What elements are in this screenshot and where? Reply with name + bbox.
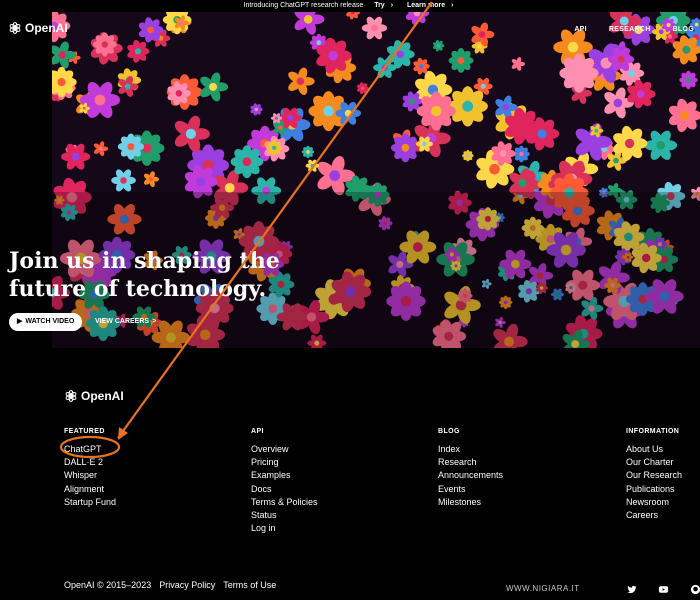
footer-link-chatgpt[interactable]: ChatGPT	[64, 443, 116, 456]
footer-link-research[interactable]: Research	[438, 456, 503, 469]
footer-link-announcements[interactable]: Announcements	[438, 469, 503, 482]
footer-link-whisper[interactable]: Whisper	[64, 469, 116, 482]
footer-link-alignment[interactable]: Alignment	[64, 483, 116, 496]
youtube-icon[interactable]	[658, 582, 669, 593]
footer-link-overview[interactable]: Overview	[251, 443, 318, 456]
footer-link-about-us[interactable]: About Us	[626, 443, 682, 456]
hero-title: Join us in shaping the future of technol…	[9, 248, 280, 302]
artwork-flower	[416, 91, 456, 131]
footer-link-our-charter[interactable]: Our Charter	[626, 456, 682, 469]
twitter-bird-icon	[627, 585, 637, 594]
view-careers-link[interactable]: VIEW CAREERS >	[95, 313, 156, 331]
play-icon: ▶	[17, 318, 23, 325]
privacy-policy-link[interactable]: Privacy Policy	[159, 580, 215, 590]
learn-more-label: Learn more	[407, 2, 446, 9]
learn-more-arrow-icon: ›	[451, 2, 454, 9]
footer-link-examples[interactable]: Examples	[251, 469, 318, 482]
annotation-arrow-head	[118, 427, 128, 440]
try-label: Try	[374, 2, 385, 9]
watch-video-label: WATCH VIDEO	[25, 318, 75, 325]
footer-link-careers[interactable]: Careers	[626, 509, 682, 522]
footer-brand-name: OpenAI	[81, 389, 124, 403]
terms-of-use-link[interactable]: Terms of Use	[223, 580, 276, 590]
footer-link-our-research[interactable]: Our Research	[626, 469, 682, 482]
footer-link-index[interactable]: Index	[438, 443, 503, 456]
footer-bottom-bar: OpenAI © 2015–2023 Privacy Policy Terms …	[64, 580, 276, 590]
try-arrow-icon: ›	[390, 2, 394, 9]
api-heading: API	[251, 428, 264, 435]
footer-openai-logo[interactable]: OpenAI	[64, 389, 124, 403]
openai-logo-link[interactable]: OpenAI	[8, 21, 68, 35]
blog-heading: BLOG	[438, 428, 460, 435]
openai-logo-icon	[65, 389, 77, 403]
openai-logo-icon	[9, 21, 21, 35]
watch-video-button[interactable]: ▶ WATCH VIDEO	[9, 313, 83, 331]
chevron-right-icon: >	[152, 318, 157, 325]
footer-column-api: API Overview Pricing Examples Docs Terms…	[251, 428, 318, 535]
artwork-flower	[117, 133, 144, 160]
announcement-try-link[interactable]: Try ›	[371, 2, 396, 9]
footer-link-log-in[interactable]: Log in	[251, 522, 318, 535]
footer-link-publications[interactable]: Publications	[626, 483, 682, 496]
copyright-text: OpenAI © 2015–2023	[64, 580, 152, 590]
footer-link-pricing[interactable]: Pricing	[251, 456, 318, 469]
footer-link-events[interactable]: Events	[438, 483, 503, 496]
view-careers-label: VIEW CAREERS	[95, 318, 150, 325]
announcement-bar: Introducing ChatGPT research release Try…	[0, 0, 700, 12]
artwork-flower	[92, 32, 117, 57]
artwork-flower	[448, 47, 474, 73]
footer-column-featured: FEATURED ChatGPT DALL·E 2 Whisper Alignm…	[64, 428, 116, 509]
artwork-flower	[679, 70, 698, 90]
artwork-flower	[559, 53, 599, 93]
featured-heading: FEATURED	[64, 428, 105, 435]
nav-item-api[interactable]: API	[574, 26, 587, 33]
footer-link-newsroom[interactable]: Newsroom	[626, 496, 682, 509]
footer-column-blog: BLOG Index Research Announcements Events…	[438, 428, 503, 509]
artwork-flower	[266, 139, 283, 156]
announcement-learn-more-link[interactable]: Learn more ›	[404, 2, 456, 9]
nav-item-blog[interactable]: BLOG	[673, 26, 694, 33]
twitter-icon[interactable]	[626, 582, 637, 594]
footer-column-information: INFORMATION About Us Our Charter Our Res…	[626, 428, 682, 522]
footer-link-startup-fund[interactable]: Startup Fund	[64, 496, 116, 509]
information-heading: INFORMATION	[626, 428, 680, 435]
footer-link-docs[interactable]: Docs	[251, 483, 318, 496]
github-octocat-icon	[690, 584, 700, 595]
announcement-text: Introducing ChatGPT research release	[243, 2, 364, 9]
brand-name: OpenAI	[25, 21, 68, 35]
github-icon[interactable]	[690, 582, 700, 595]
footer-link-dalle2[interactable]: DALL·E 2	[64, 456, 116, 469]
top-nav: API RESEARCH BLOG	[574, 26, 694, 33]
artwork-flower	[447, 86, 488, 127]
youtube-play-icon	[658, 586, 669, 593]
footer-link-status[interactable]: Status	[251, 509, 318, 522]
artwork-flower	[462, 149, 474, 162]
nav-item-research[interactable]: RESEARCH	[609, 26, 651, 33]
footer-link-milestones[interactable]: Milestones	[438, 496, 503, 509]
footer-link-terms-policies[interactable]: Terms & Policies	[251, 496, 318, 509]
watermark-text: WWW.NIGIARA.IT	[506, 584, 580, 593]
artwork-flower	[230, 145, 264, 179]
